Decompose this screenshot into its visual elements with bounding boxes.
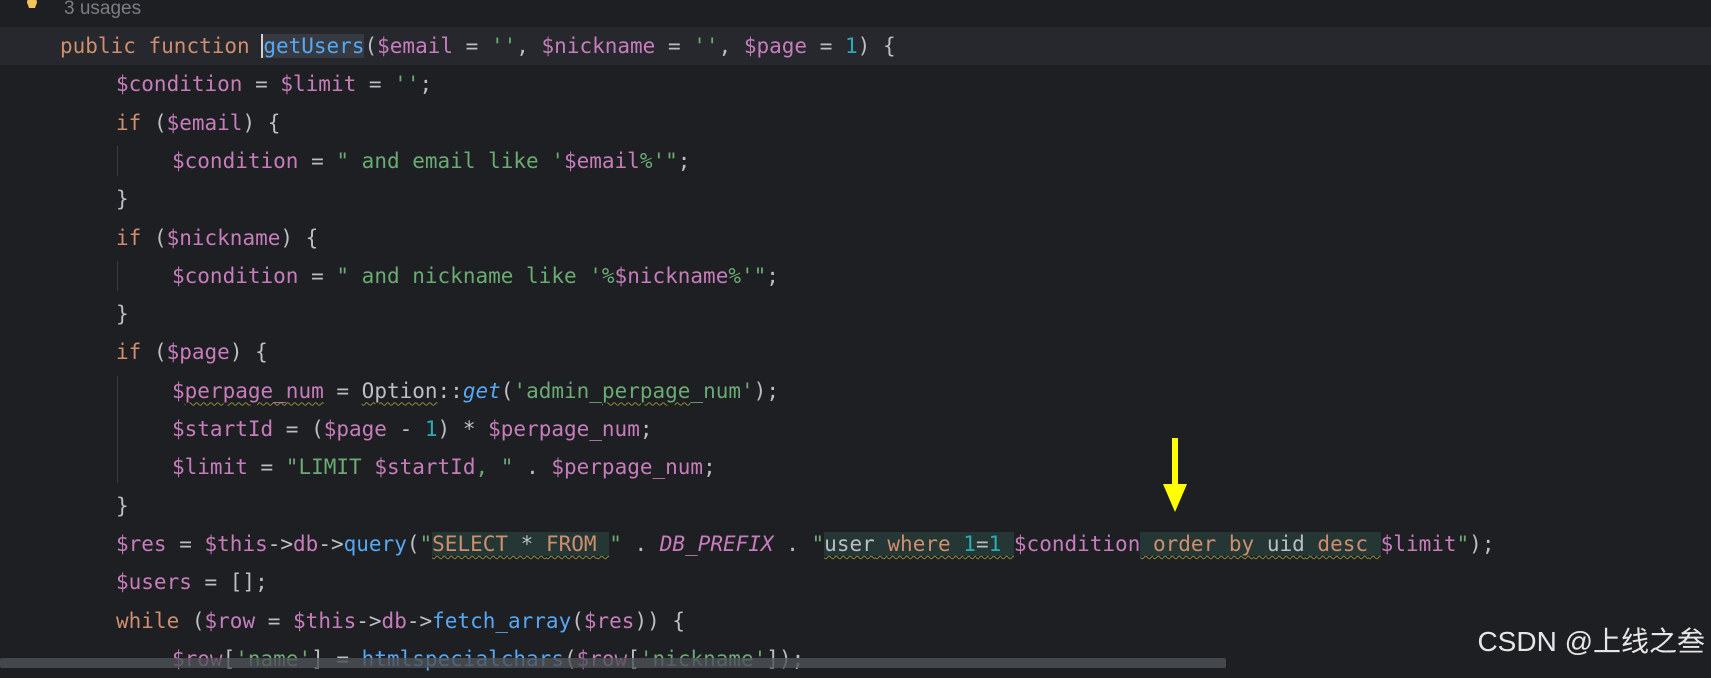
watermark: CSDN @上线之叁 [1477,626,1705,657]
code-text: $perpage_num = Option::get('admin_perpag… [172,378,779,403]
code-text: if ($email) { [116,110,281,135]
code-text: $limit = "LIMIT $startId, " . $perpage_n… [172,455,716,480]
horizontal-scrollbar[interactable] [0,658,1226,668]
code-text: $users = []; [116,570,268,595]
code-text: } [116,493,129,518]
code-text: $condition = " and email like '$email%'"… [172,148,691,173]
code-line[interactable]: public function getUsers($email = '', $n… [0,27,1711,65]
code-text: public function getUsers($email = '', $n… [60,34,896,58]
editor-gutter [0,0,22,672]
code-text: if ($nickname) { [116,225,319,250]
code-text: $condition = $limit = ''; [116,72,433,97]
indent-guide [117,375,118,483]
usages-hint[interactable]: 3 usages [64,0,141,20]
code-text: $res = $this->db->query("SELECT * FROM "… [116,531,1495,556]
indent-guide [117,260,118,292]
code-editor[interactable]: 3 usages public function getUsers($email… [0,0,1711,672]
arrow-down-icon [1163,438,1187,512]
code-text: $startId = ($page - 1) * $perpage_num; [172,417,653,441]
code-text: $condition = " and nickname like '%$nick… [172,263,779,288]
code-text: } [116,187,129,212]
code-text: } [116,302,129,327]
lightbulb-icon[interactable] [24,0,40,14]
code-text: if ($page) { [116,340,268,365]
code-text: while ($row = $this->db->fetch_array($re… [116,608,686,633]
indent-guide [117,145,118,177]
